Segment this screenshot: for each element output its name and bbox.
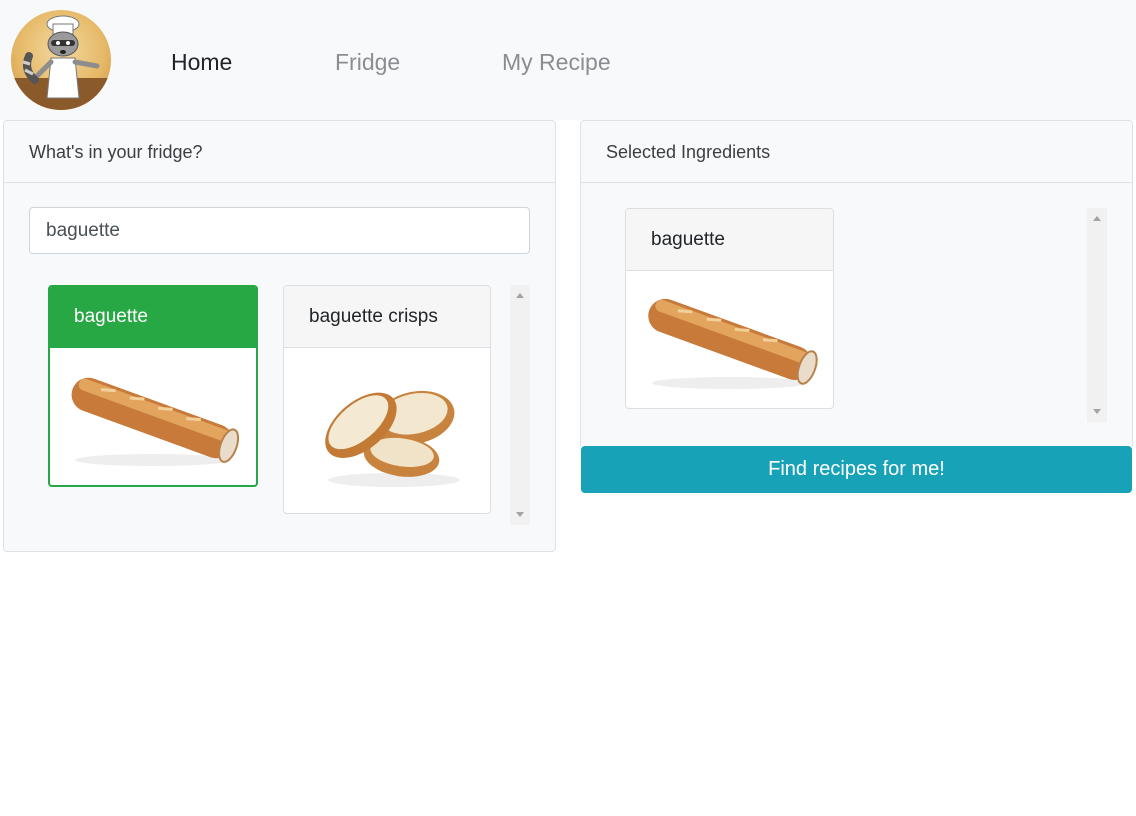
- scroll-up-icon[interactable]: [516, 293, 524, 298]
- selected-scrollbar[interactable]: [1087, 208, 1107, 422]
- ingredient-search-input[interactable]: [29, 207, 530, 254]
- chef-raccoon-logo-icon[interactable]: [11, 10, 111, 110]
- ingredient-card-label: baguette crisps: [284, 286, 490, 348]
- baguette-image: [648, 298, 818, 389]
- scroll-down-icon[interactable]: [516, 512, 524, 517]
- scroll-down-icon[interactable]: [1093, 409, 1101, 414]
- selected-panel-title: Selected Ingredients: [581, 121, 1132, 183]
- scroll-up-icon[interactable]: [1093, 216, 1101, 221]
- ingredient-card-baguette-crisps[interactable]: baguette crisps: [283, 285, 491, 514]
- fridge-panel: What's in your fridge? baguette baguette…: [3, 120, 556, 552]
- nav-home-link[interactable]: Home: [171, 47, 232, 77]
- nav-my-recipe-link[interactable]: My Recipe: [502, 47, 611, 77]
- results-scrollbar[interactable]: [510, 285, 530, 525]
- fridge-panel-title: What's in your fridge?: [4, 121, 555, 183]
- nav-fridge-link[interactable]: Fridge: [335, 47, 400, 77]
- baguette-image: [71, 377, 240, 466]
- baguette-crisps-image: [325, 390, 460, 487]
- navbar: Home Fridge My Recipe: [0, 0, 1136, 120]
- selected-ingredients-panel: Selected Ingredients baguette: [580, 120, 1133, 446]
- selected-ingredient-label: baguette: [626, 209, 833, 271]
- ingredient-card-baguette[interactable]: baguette: [48, 285, 258, 487]
- ingredient-card-label: baguette: [50, 287, 256, 348]
- find-recipes-button[interactable]: Find recipes for me!: [581, 446, 1132, 493]
- selected-ingredient-card-baguette[interactable]: baguette: [625, 208, 834, 409]
